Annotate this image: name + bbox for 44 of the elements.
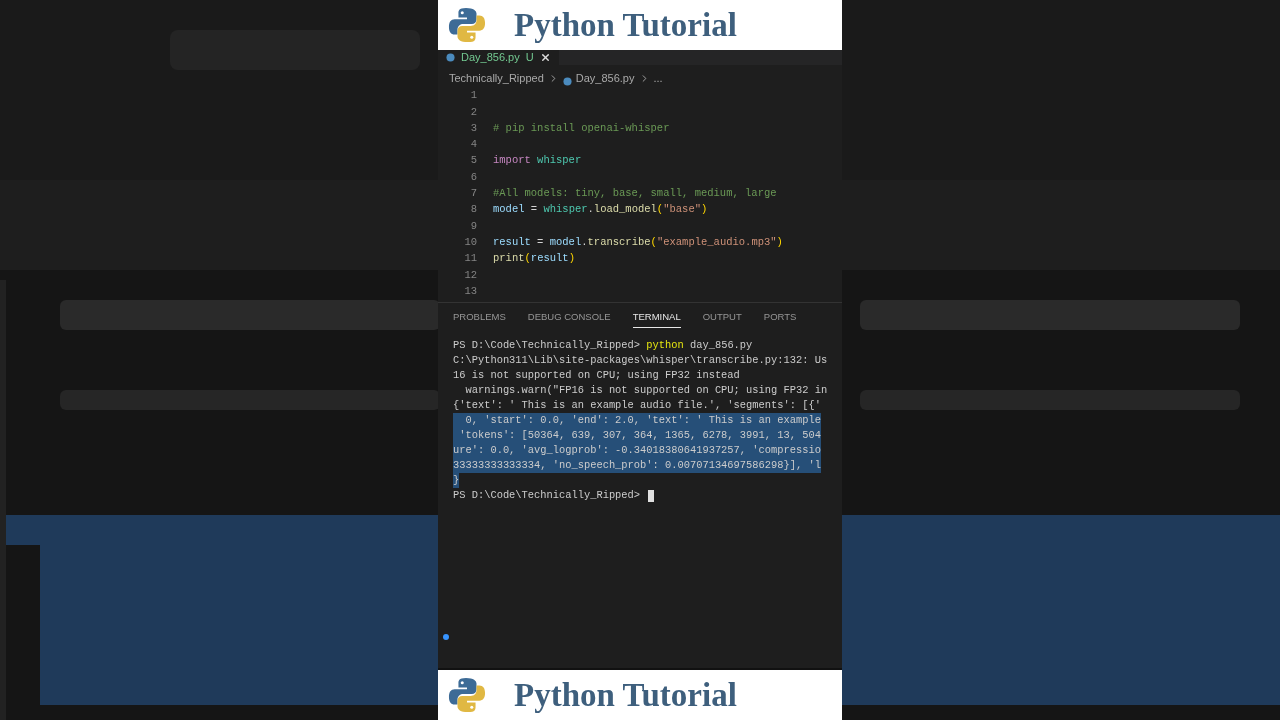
editor-tab[interactable]: Day_856.py U <box>438 50 559 65</box>
line-number: 1 <box>469 88 477 104</box>
line-number: 8 <box>469 202 477 218</box>
panel-tab[interactable]: OUTPUT <box>702 306 742 329</box>
line-number: 6 <box>469 169 477 185</box>
terminal-line: PS D:\Code\Technically_Ripped> <box>453 487 642 503</box>
banner-title: Python Tutorial <box>514 678 737 712</box>
line-number: 2 <box>469 104 477 120</box>
panel-tab[interactable]: DEBUG CONSOLE <box>527 306 611 329</box>
line-number: 3 <box>469 120 477 136</box>
tab-label: Day_856.py <box>461 50 520 66</box>
line-number: 4 <box>469 137 477 153</box>
terminal-line: {'text': ' This is an example audio file.', 'segments': [{' <box>453 397 821 413</box>
line-number: 10 <box>463 234 477 250</box>
status-dot-icon <box>443 634 449 640</box>
code-line: print(result) <box>493 251 575 267</box>
code-line: result = model.transcribe("example_audio.mp3") <box>493 234 783 250</box>
panel-tab[interactable]: TERMINAL <box>632 306 681 329</box>
python-file-icon <box>562 77 572 86</box>
banner-title: Python Tutorial <box>514 8 737 42</box>
code-line: # pip install openai-whisper <box>493 120 670 136</box>
terminal-line: C:\Python311\Lib\site-packages\whisper\transcribe.py:132: Us <box>453 352 828 368</box>
terminal-line: 16 is not supported on CPU; using FP32 instead <box>453 367 740 383</box>
status-label: U <box>525 50 534 66</box>
breadcrumb-item[interactable]: Day_856.py <box>575 69 635 86</box>
panel-tab[interactable]: PORTS <box>763 306 797 329</box>
close-icon[interactable] <box>539 52 551 63</box>
code-line: model = whisper.load_model("base") <box>493 202 708 218</box>
breadcrumb-item[interactable]: ... <box>653 69 663 86</box>
code-line: import whisper <box>493 153 582 169</box>
terminal-line: PS D:\Code\Technically_Ripped> python day_856.py <box>453 337 753 353</box>
line-number: 11 <box>463 251 477 267</box>
line-number: 12 <box>463 267 477 283</box>
terminal-line: warnings.warn("FP16 is not supported on CPU; using FP32 in <box>464 382 828 398</box>
breadcrumb-item[interactable]: Technically_Ripped <box>449 69 544 86</box>
line-number: 13 <box>463 283 477 299</box>
python-file-icon <box>446 53 455 62</box>
line-number: 7 <box>469 186 477 202</box>
line-number: 9 <box>469 218 477 234</box>
code-line: #All models: tiny, base, small, medium, large <box>493 186 777 202</box>
panel-tab[interactable]: PROBLEMS <box>453 306 506 329</box>
python-logo-icon <box>448 676 486 714</box>
line-number: 5 <box>469 153 477 169</box>
python-logo-icon <box>448 6 486 44</box>
